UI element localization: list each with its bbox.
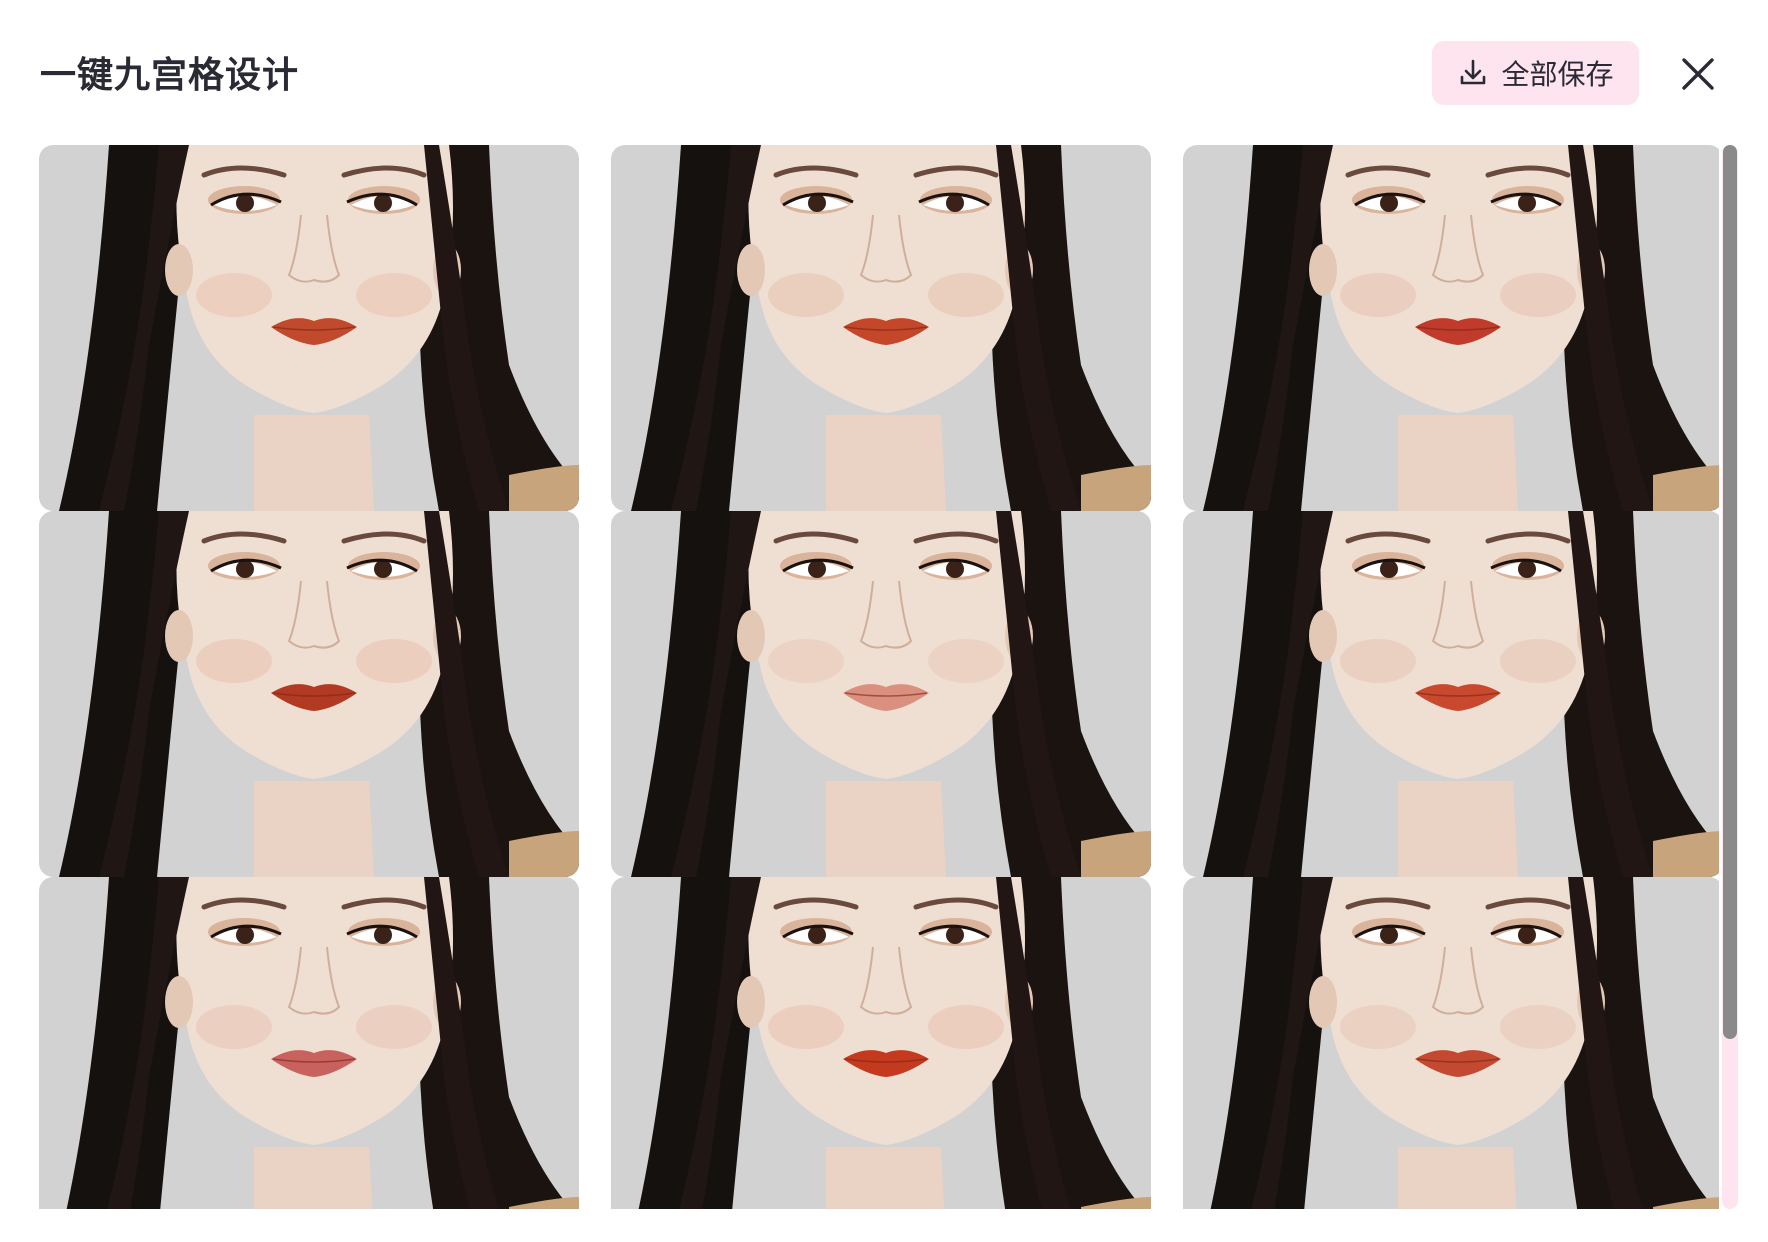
portrait-image: [611, 145, 1151, 511]
save-all-label: 全部保存: [1501, 58, 1614, 91]
grid-tile-5[interactable]: [611, 511, 1151, 877]
portrait-image: [39, 145, 579, 511]
download-icon: [1461, 59, 1486, 85]
portrait-image: [1183, 877, 1719, 1209]
close-icon: [1682, 58, 1714, 90]
portrait-image: [1183, 511, 1719, 877]
grid-tile-6[interactable]: [1183, 511, 1719, 877]
design-grid: [39, 145, 1719, 1209]
grid-tile-7[interactable]: [39, 877, 579, 1209]
portrait-image: [1183, 145, 1719, 511]
portrait-image: [39, 877, 579, 1209]
grid-tile-2[interactable]: [611, 145, 1151, 511]
scrollbar-thumb[interactable]: [1723, 145, 1737, 1039]
dialog-title: 一键九宫格设计: [40, 55, 300, 96]
close-button[interactable]: [1676, 52, 1720, 96]
nine-grid-dialog: 一键九宫格设计 全部保存: [0, 0, 1768, 1242]
grid-tile-9[interactable]: [1183, 877, 1719, 1209]
grid-tile-3[interactable]: [1183, 145, 1719, 511]
grid-tile-8[interactable]: [611, 877, 1151, 1209]
save-all-button[interactable]: 全部保存: [1432, 41, 1639, 105]
portrait-image: [39, 511, 579, 877]
grid-tile-4[interactable]: [39, 511, 579, 877]
scrollbar-track[interactable]: [1722, 145, 1738, 1209]
portrait-image: [611, 511, 1151, 877]
grid-tile-1[interactable]: [39, 145, 579, 511]
portrait-image: [611, 877, 1151, 1209]
